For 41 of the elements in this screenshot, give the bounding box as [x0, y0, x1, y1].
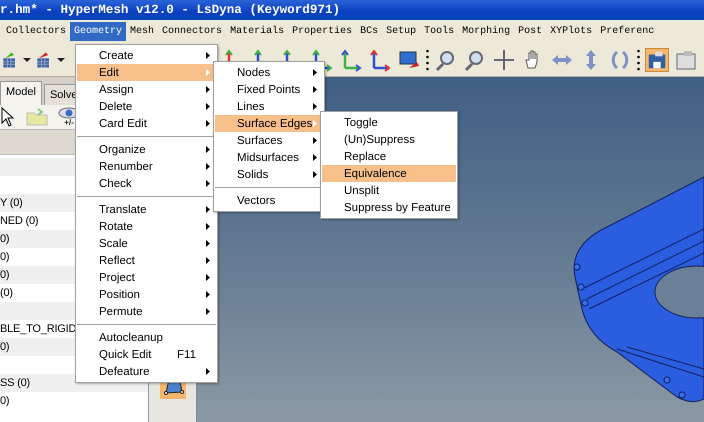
- window-title: r.hm* - HyperMesh v12.0 - LsDyna (Keyword971): [0, 3, 340, 17]
- toggle-label: +/-: [64, 119, 74, 127]
- menu-item[interactable]: Create: [77, 47, 216, 64]
- menu-bar-item[interactable]: Tools: [420, 22, 458, 41]
- menu-item[interactable]: Surface Edges: [215, 115, 323, 132]
- menu-item[interactable]: Renumber: [77, 158, 216, 175]
- menu-bar-item[interactable]: Setup: [382, 22, 420, 41]
- menu-item[interactable]: Reflect: [77, 252, 216, 269]
- menu-bar-item[interactable]: Mesh: [126, 22, 158, 41]
- menu-item[interactable]: Vectors: [215, 192, 323, 209]
- menu-bar-item[interactable]: Collectors: [2, 22, 70, 41]
- menu-item[interactable]: Position: [77, 286, 216, 303]
- menu-item[interactable]: Card Edit: [77, 115, 216, 132]
- menu-item[interactable]: (Un)Suppress: [322, 131, 456, 148]
- menu-item[interactable]: Midsurfaces: [215, 149, 323, 166]
- menu-bar-item[interactable]: Geometry: [70, 22, 126, 41]
- menu-item[interactable]: Suppress by Feature: [322, 199, 456, 216]
- menu-bar-item[interactable]: Properties: [288, 22, 356, 41]
- menu-item[interactable]: Replace: [322, 148, 456, 165]
- menu-bar-item[interactable]: Preferenc: [596, 22, 658, 41]
- menu-bar-item[interactable]: BCs: [356, 22, 382, 41]
- menu-bar-item[interactable]: Materials: [226, 22, 288, 41]
- menu-bar-item[interactable]: XYPlots: [546, 22, 596, 41]
- menu-item[interactable]: Solids: [215, 166, 323, 183]
- menu-item[interactable]: Check: [77, 175, 216, 192]
- tab[interactable]: Model: [0, 81, 42, 105]
- menu-item[interactable]: Permute: [77, 303, 216, 320]
- menu-item[interactable]: Lines: [215, 98, 323, 115]
- menu-bar-item[interactable]: Connectors: [158, 22, 226, 41]
- menu-item[interactable]: Unsplit: [322, 182, 456, 199]
- menu-bar-item[interactable]: Post: [514, 22, 546, 41]
- menu-item[interactable]: Nodes: [215, 64, 323, 81]
- menu-item[interactable]: Equivalence: [322, 165, 456, 182]
- menu-item[interactable]: Edit: [77, 64, 216, 81]
- menu-item[interactable]: Organize: [77, 141, 216, 158]
- menu-item[interactable]: Toggle: [322, 114, 456, 131]
- shortcut-label: F11: [177, 348, 196, 360]
- menu-bar-item[interactable]: Morphing: [458, 22, 514, 41]
- tree-item[interactable]: 0): [0, 392, 148, 410]
- menu-item[interactable]: Fixed Points: [215, 81, 323, 98]
- menu-item[interactable]: Surfaces: [215, 132, 323, 149]
